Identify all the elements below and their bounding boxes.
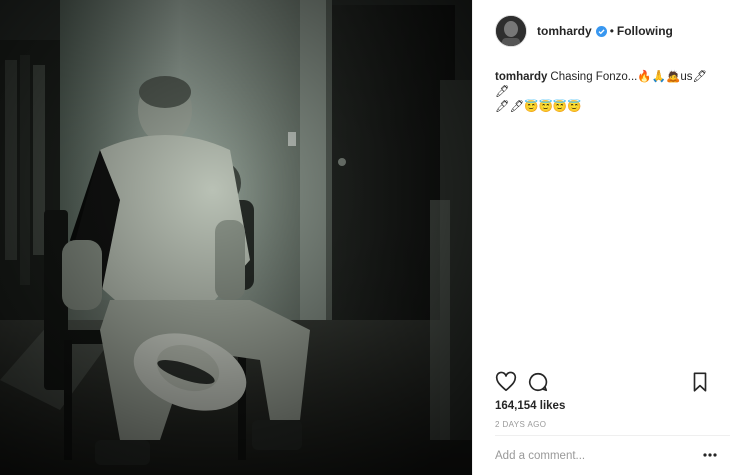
comment-icon[interactable] xyxy=(527,371,549,393)
photo-image xyxy=(0,0,472,475)
post-header: tomhardy • Following xyxy=(473,0,730,62)
likes-count[interactable]: 164,154 likes xyxy=(495,400,565,412)
avatar-image xyxy=(496,16,526,46)
post-date[interactable]: 2 DAYS AGO xyxy=(495,420,546,429)
post-photo[interactable] xyxy=(0,0,472,475)
caption-text: Chasing Fonzo... xyxy=(550,71,638,83)
following-button[interactable]: Following xyxy=(617,24,673,38)
heart-icon[interactable] xyxy=(495,371,517,393)
instagram-post: tomhardy • Following tomhardy Chasing Fon… xyxy=(0,0,730,475)
more-options-icon[interactable] xyxy=(702,450,718,460)
caption-emoji-1: 🔥🙏🙇 xyxy=(637,71,681,83)
caption-emoji-3: 🖊🖊😇😇😇😇 xyxy=(495,101,582,113)
post-side-panel: tomhardy • Following tomhardy Chasing Fon… xyxy=(472,0,730,475)
avatar[interactable] xyxy=(495,15,527,47)
verified-badge-icon xyxy=(595,25,607,37)
caption-username-link[interactable]: tomhardy xyxy=(495,71,547,83)
comment-input[interactable] xyxy=(495,445,695,467)
bookmark-icon[interactable] xyxy=(689,371,711,393)
caption-us-text: us xyxy=(680,71,693,83)
username-link[interactable]: tomhardy xyxy=(537,24,592,38)
separator-dot: • xyxy=(609,24,614,38)
divider xyxy=(495,435,730,436)
action-bar xyxy=(495,371,711,395)
post-caption: tomhardy Chasing Fonzo...🔥🙏🙇us🖊🖊 🖊🖊😇😇😇😇 xyxy=(495,70,717,115)
